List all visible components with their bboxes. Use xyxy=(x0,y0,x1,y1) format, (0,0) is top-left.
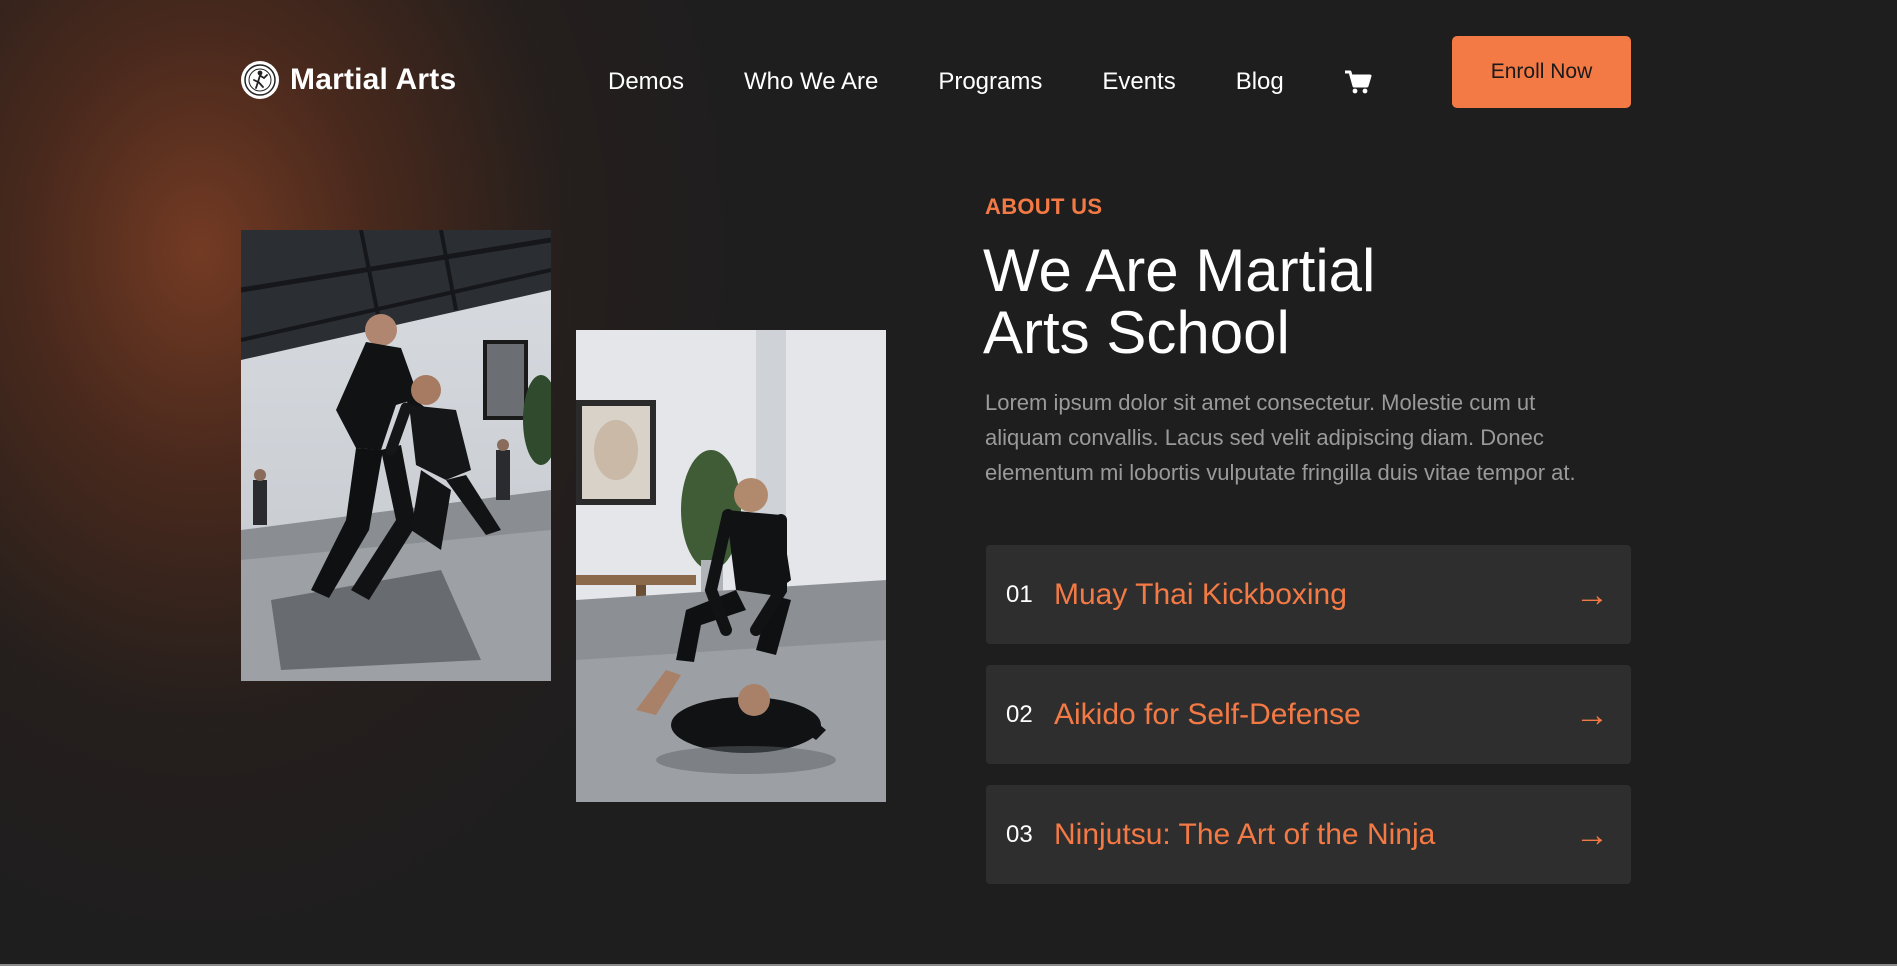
logo[interactable]: Martial Arts xyxy=(241,61,456,99)
nav-item-events[interactable]: Events xyxy=(1102,68,1175,96)
about-description: Lorem ipsum dolor sit amet consectetur. … xyxy=(985,390,1576,485)
arrow-right-icon[interactable]: → xyxy=(1575,698,1609,732)
logo-emblem-icon xyxy=(241,61,279,99)
program-number: 02 xyxy=(1006,700,1033,728)
section-eyebrow: ABOUT US xyxy=(985,194,1103,219)
program-card-aikido[interactable]: 02 Aikido for Self-Defense → xyxy=(986,665,1631,764)
training-photo-standing xyxy=(241,230,551,681)
nav-item-demos[interactable]: Demos xyxy=(608,68,684,96)
arrow-right-icon[interactable]: → xyxy=(1575,578,1609,612)
page-title-line-2: Arts School xyxy=(983,299,1290,366)
program-title[interactable]: Muay Thai Kickboxing xyxy=(1054,578,1575,612)
nav-item-programs[interactable]: Programs xyxy=(938,68,1042,96)
page-title: We Are Martial Arts School xyxy=(983,240,1503,364)
nav-item-who-we-are[interactable]: Who We Are xyxy=(744,68,878,96)
page-title-line-1: We Are Martial xyxy=(983,237,1376,304)
program-card-muay-thai[interactable]: 01 Muay Thai Kickboxing → xyxy=(986,545,1631,644)
cart-icon[interactable] xyxy=(1344,68,1372,96)
training-photo-ground xyxy=(576,330,886,802)
program-number: 01 xyxy=(1006,580,1033,608)
page: Martial Arts Demos Who We Are Programs E… xyxy=(0,0,1897,964)
enroll-now-button[interactable]: Enroll Now xyxy=(1452,36,1631,108)
program-title[interactable]: Aikido for Self-Defense xyxy=(1054,698,1575,732)
nav-item-blog[interactable]: Blog xyxy=(1236,68,1284,96)
program-card-ninjutsu[interactable]: 03 Ninjutsu: The Art of the Ninja → xyxy=(986,785,1631,884)
brand-name: Martial Arts xyxy=(290,63,457,96)
main-nav: Demos Who We Are Programs Events Blog xyxy=(608,68,1372,96)
program-list: 01 Muay Thai Kickboxing → 02 Aikido for … xyxy=(986,545,1631,905)
program-title[interactable]: Ninjutsu: The Art of the Ninja xyxy=(1054,818,1575,852)
program-number: 03 xyxy=(1006,820,1033,848)
arrow-right-icon[interactable]: → xyxy=(1575,818,1609,852)
